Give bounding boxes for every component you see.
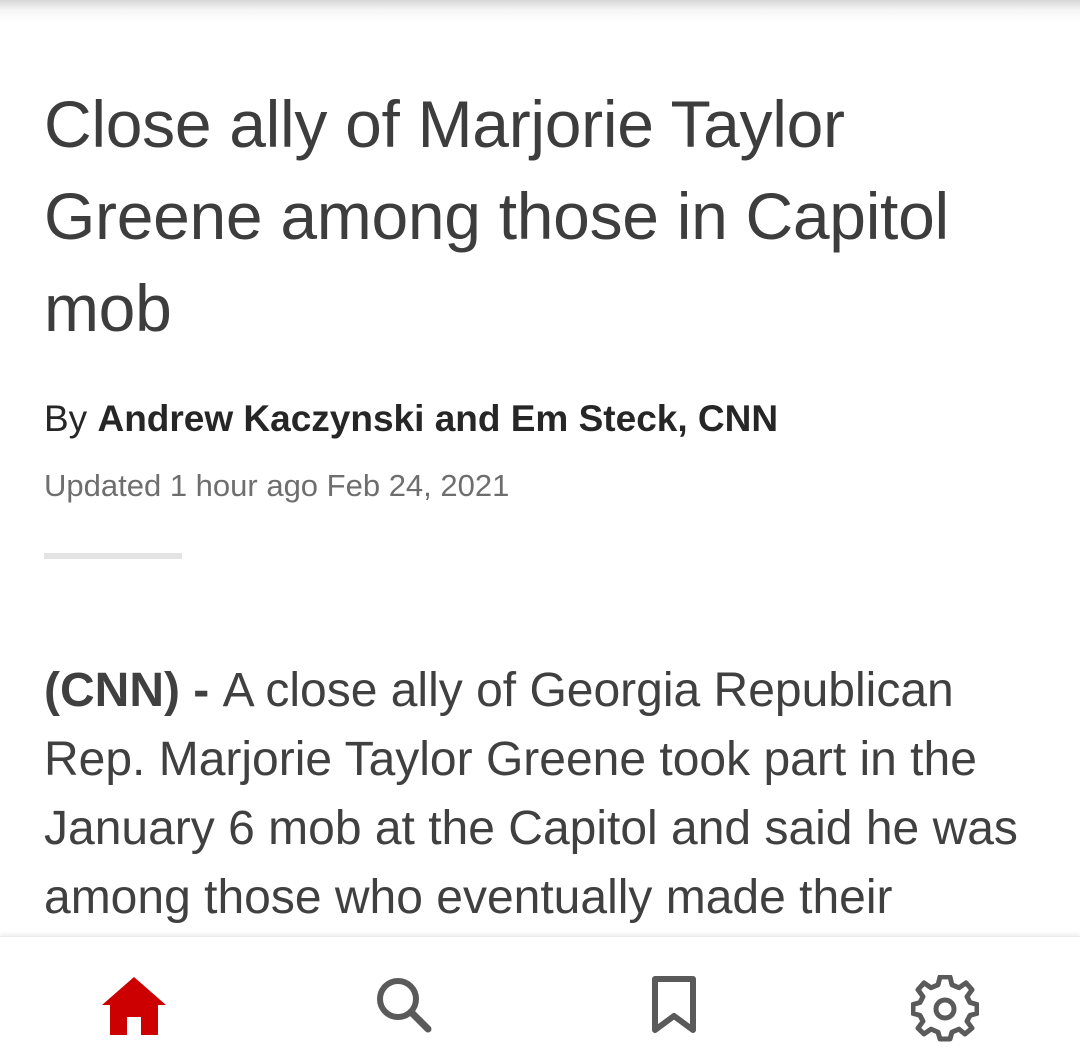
byline: By Andrew Kaczynski and Em Steck, CNN — [44, 396, 778, 442]
top-bar-shadow — [0, 0, 1080, 22]
byline-prefix: By — [44, 398, 98, 439]
bookmark-icon — [652, 976, 696, 1033]
article-timestamp: Updated 1 hour ago Feb 24, 2021 — [44, 468, 510, 503]
dateline-source: (CNN) — [44, 664, 180, 717]
nav-search-button[interactable] — [364, 975, 444, 1055]
home-icon — [102, 977, 166, 1035]
nav-settings-button[interactable] — [905, 975, 985, 1055]
gear-icon — [911, 975, 979, 1042]
byline-authors: Andrew Kaczynski and Em Steck, CNN — [97, 398, 779, 439]
article-body: (CNN) - A close ally of Georgia Republic… — [44, 656, 1044, 932]
nav-home-button[interactable] — [94, 975, 174, 1055]
header-divider — [44, 553, 182, 559]
bottom-nav — [0, 936, 1080, 1055]
nav-saved-button[interactable] — [634, 975, 714, 1055]
article-headline: Close ally of Marjorie Taylor Greene amo… — [44, 87, 949, 345]
search-icon — [377, 978, 432, 1033]
dateline-dash: - — [179, 664, 223, 717]
